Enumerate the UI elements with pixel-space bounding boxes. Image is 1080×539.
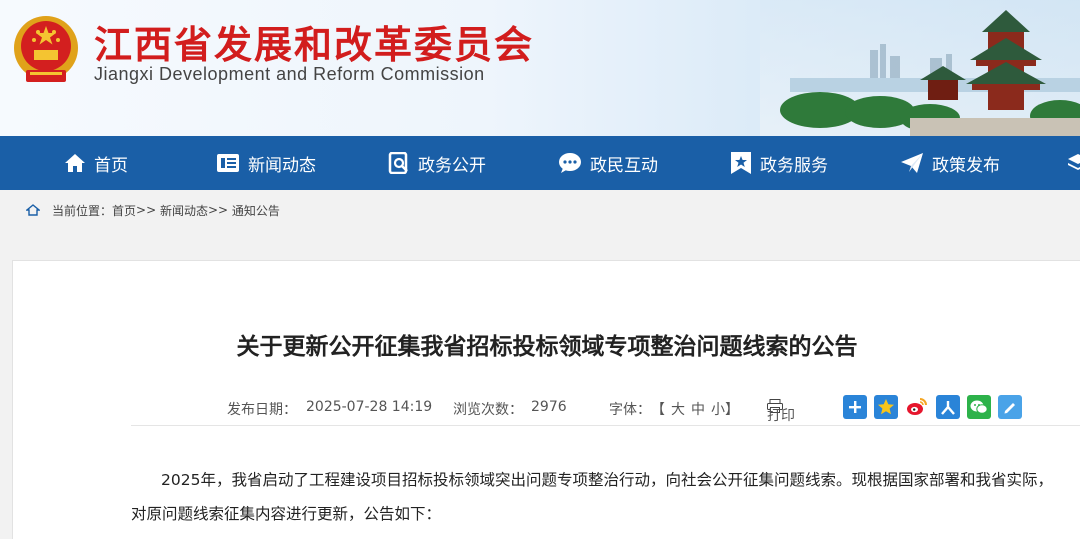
qzone-icon[interactable] — [874, 395, 898, 419]
weibo-icon[interactable] — [905, 395, 929, 419]
nav-item-label: 政务服务 — [760, 155, 828, 176]
nav-item-label: 政民互动 — [590, 155, 658, 176]
nav-item-services[interactable]: 政务服务 — [730, 136, 828, 190]
nav-item-more[interactable] — [1068, 136, 1080, 190]
home-icon — [65, 154, 85, 172]
paragraph-line: 对原问题线索征集内容进行更新，公告如下： — [131, 505, 442, 523]
font-bracket-close: 】 — [725, 402, 739, 418]
nav-item-policy[interactable]: 政策发布 — [900, 136, 1000, 190]
font-size-label: 字体： — [609, 402, 651, 418]
news-icon — [217, 154, 239, 172]
publish-date: 2025-07-28 14:19 — [306, 399, 433, 415]
national-emblem-icon — [14, 16, 78, 82]
main-nav: 首页 新闻动态 政务公开 政民互动 政务服务 政策发布 — [0, 136, 1080, 190]
views-label: 浏览次数： — [453, 402, 523, 418]
wechat-icon[interactable] — [967, 395, 991, 419]
header-banner: 江西省发展和改革委员会 Jiangxi Development and Refo… — [0, 0, 1080, 136]
meta-divider — [131, 425, 1080, 426]
print-label: 打印 — [767, 408, 795, 424]
breadcrumb-separator: >> — [207, 203, 229, 217]
font-large-button[interactable]: 大 — [671, 399, 685, 419]
site-title: 江西省发展和改革委员会 — [94, 23, 535, 67]
breadcrumb-home-icon — [26, 204, 40, 216]
font-small-button[interactable]: 小 — [711, 399, 725, 419]
nav-item-interaction[interactable]: 政民互动 — [558, 136, 658, 190]
nav-item-gov-affairs[interactable]: 政务公开 — [388, 136, 486, 190]
nav-item-label: 首页 — [94, 155, 128, 176]
nav-item-home[interactable]: 首页 — [64, 136, 128, 190]
breadcrumb-prefix: 当前位置： — [52, 203, 113, 218]
tower-scenery-image — [760, 0, 1080, 136]
paper-plane-icon — [901, 153, 923, 173]
breadcrumb-news-link[interactable]: 新闻动态 — [160, 202, 208, 219]
article-title: 关于更新公开征集我省招标投标领域专项整治问题线索的公告 — [236, 334, 858, 360]
search-doc-icon — [388, 152, 408, 174]
share-plus-icon[interactable] — [843, 395, 867, 419]
font-medium-button[interactable]: 中 — [691, 399, 705, 419]
renren-icon[interactable] — [936, 395, 960, 419]
breadcrumb-home-link[interactable]: 首页 — [112, 202, 136, 219]
edit-icon[interactable] — [998, 395, 1022, 419]
nav-item-label: 政策发布 — [932, 155, 1000, 176]
nav-item-label: 新闻动态 — [248, 155, 316, 176]
breadcrumb: 当前位置： 首页 >> 新闻动态 >> 通知公告 — [0, 190, 1080, 230]
chat-icon — [559, 153, 581, 173]
site-subtitle: Jiangxi Development and Reform Commissio… — [94, 64, 485, 84]
layers-icon — [1068, 154, 1080, 170]
article-meta: 发布日期： 2025-07-28 14:19 浏览次数： 2976 字体： 【 … — [13, 393, 1080, 424]
nav-item-label: 政务公开 — [418, 155, 486, 176]
breadcrumb-current-link[interactable]: 通知公告 — [232, 202, 280, 219]
star-bookmark-icon — [731, 152, 751, 174]
article-container: 关于更新公开征集我省招标投标领域专项整治问题线索的公告 发布日期： 2025-0… — [12, 260, 1080, 539]
breadcrumb-separator: >> — [136, 203, 157, 217]
paragraph-line: 2025年，我省启动了工程建设项目招标投标领域突出问题专项整治行动，向社会公开征… — [161, 471, 1053, 489]
nav-item-news[interactable]: 新闻动态 — [216, 136, 316, 190]
font-bracket-open: 【 — [651, 402, 665, 418]
publish-date-label: 发布日期： — [227, 402, 297, 418]
views-count: 2976 — [531, 399, 567, 415]
print-button[interactable]: 打印 — [767, 399, 795, 424]
